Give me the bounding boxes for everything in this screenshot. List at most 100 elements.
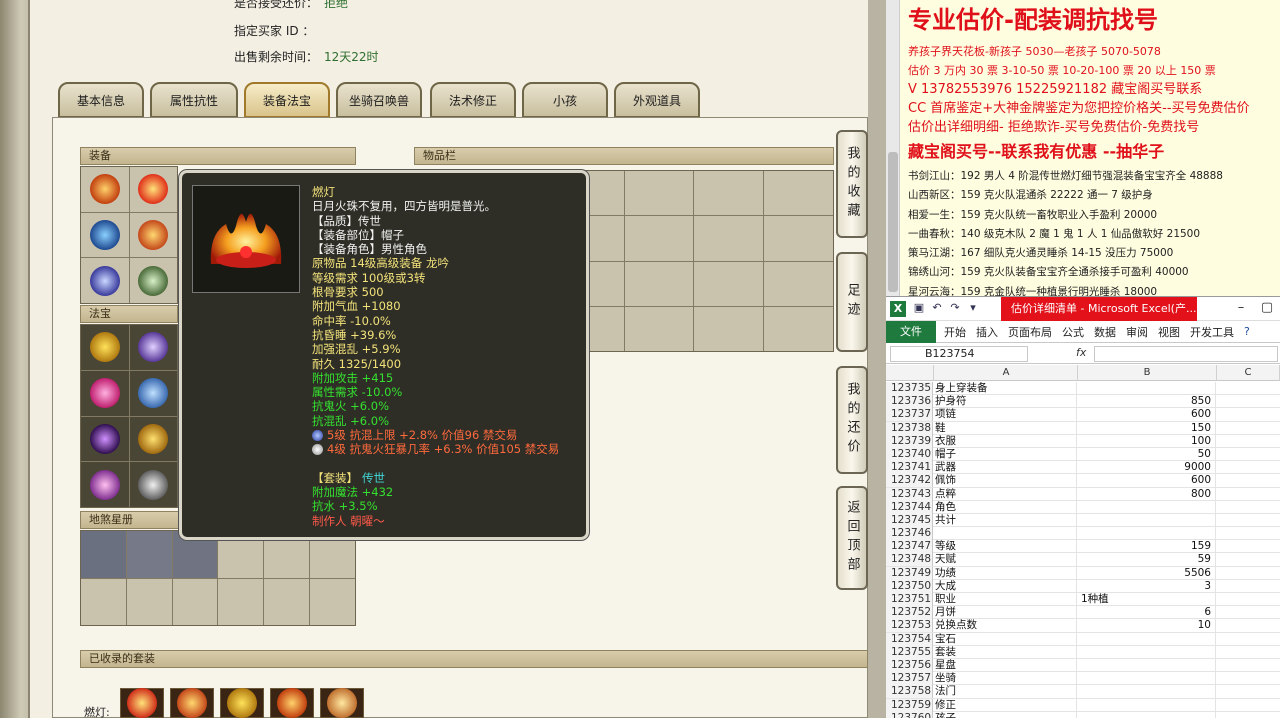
star-slot[interactable]: [264, 578, 310, 625]
cell-b[interactable]: 600: [1078, 408, 1216, 422]
row-number[interactable]: 123756: [886, 658, 933, 672]
table-row[interactable]: 123745 共计: [886, 513, 1280, 528]
treasure-slot[interactable]: [129, 370, 177, 416]
cell-a[interactable]: 帽子: [935, 447, 1077, 461]
set-item[interactable]: [320, 688, 364, 718]
cell-a[interactable]: 身上穿装备: [935, 382, 1077, 395]
cell-b[interactable]: 850: [1078, 395, 1216, 409]
row-number[interactable]: 123738: [886, 421, 933, 435]
inventory-slot[interactable]: [694, 306, 764, 351]
undo-icon[interactable]: ↶: [930, 301, 944, 315]
table-row[interactable]: 123736 护身符 850: [886, 395, 1280, 409]
row-number[interactable]: 123750: [886, 579, 933, 593]
row-number[interactable]: 123740: [886, 447, 933, 461]
table-row[interactable]: 123743 点粹 800: [886, 487, 1280, 501]
tab-data[interactable]: 数据: [1094, 324, 1116, 340]
equip-slot-accessory[interactable]: [81, 258, 129, 303]
my-favorites-button[interactable]: 我的收藏: [836, 130, 868, 238]
inventory-slot[interactable]: [624, 216, 694, 261]
table-row[interactable]: 123755 套装: [886, 645, 1280, 659]
cell-a[interactable]: 月饼: [935, 606, 1077, 620]
select-all-corner[interactable]: [886, 365, 934, 381]
inventory-slot[interactable]: [694, 171, 764, 216]
cell-b[interactable]: 800: [1078, 487, 1216, 501]
cell-b[interactable]: 159: [1078, 540, 1216, 554]
table-row[interactable]: 123740 帽子 50: [886, 447, 1280, 462]
treasure-slot[interactable]: [129, 325, 177, 370]
star-slot[interactable]: [172, 578, 218, 625]
table-row[interactable]: 123757 坐骑: [886, 672, 1280, 686]
tab-insert[interactable]: 插入: [976, 324, 998, 340]
cell-a[interactable]: 角色: [935, 500, 1077, 514]
table-row[interactable]: 123760 孩子: [886, 711, 1280, 718]
formula-input[interactable]: [1094, 346, 1278, 362]
cell-b[interactable]: 10: [1078, 619, 1216, 633]
row-number[interactable]: 123760: [886, 711, 933, 718]
cell-a[interactable]: 共计: [935, 513, 1077, 527]
star-slot[interactable]: [81, 578, 126, 625]
cell-b[interactable]: [1078, 658, 1216, 672]
redo-icon[interactable]: ↷: [948, 301, 962, 315]
column-header[interactable]: B: [1078, 365, 1217, 381]
row-number[interactable]: 123753: [886, 619, 933, 633]
treasure-slot[interactable]: [81, 370, 129, 416]
table-row[interactable]: 123738 鞋 150: [886, 421, 1280, 435]
tab-formulas[interactable]: 公式: [1062, 324, 1084, 340]
set-item[interactable]: [220, 688, 264, 718]
equip-slot-weapon[interactable]: [81, 212, 129, 258]
scrollbar-thumb[interactable]: [888, 152, 898, 292]
row-number[interactable]: 123748: [886, 553, 933, 567]
cell-b[interactable]: 150: [1078, 421, 1216, 435]
table-row[interactable]: 123747 等级 159: [886, 540, 1280, 554]
equip-slot-boots[interactable]: [129, 258, 177, 303]
table-row[interactable]: 123735 身上穿装备: [886, 382, 1280, 396]
inventory-slot[interactable]: [764, 306, 833, 351]
cell-b[interactable]: 59: [1078, 553, 1216, 567]
table-row[interactable]: 123737 项链 600: [886, 408, 1280, 422]
table-row[interactable]: 123754 宝石: [886, 632, 1280, 646]
row-number[interactable]: 123759: [886, 698, 933, 712]
cell-b[interactable]: 9000: [1078, 461, 1216, 475]
cell-b[interactable]: [1078, 645, 1216, 659]
inventory-slot[interactable]: [624, 261, 694, 306]
cell-a[interactable]: 套装: [935, 645, 1077, 659]
cell-b[interactable]: [1078, 527, 1216, 541]
table-row[interactable]: 123753 兑换点数 10: [886, 619, 1280, 633]
tab-mounts-pets[interactable]: 坐骑召唤兽: [336, 82, 422, 118]
cell-a[interactable]: 法门: [935, 685, 1077, 699]
cell-a[interactable]: 点粹: [935, 487, 1077, 501]
cell-a[interactable]: 大成: [935, 579, 1077, 593]
tab-equipment[interactable]: 装备法宝: [244, 82, 330, 118]
cell-b[interactable]: [1078, 382, 1216, 395]
table-row[interactable]: 123756 星盘: [886, 658, 1280, 673]
fx-icon[interactable]: fx: [1076, 346, 1086, 359]
star-card[interactable]: [81, 531, 126, 578]
inventory-slot[interactable]: [624, 171, 694, 216]
set-item[interactable]: [170, 688, 214, 718]
cell-a[interactable]: [935, 527, 1077, 541]
equip-slot-hat[interactable]: [129, 167, 177, 212]
tab-home[interactable]: 开始: [944, 324, 966, 340]
set-item[interactable]: [270, 688, 314, 718]
cell-b[interactable]: [1078, 500, 1216, 514]
treasure-slot[interactable]: [81, 325, 129, 370]
tab-view[interactable]: 视图: [1158, 324, 1180, 340]
cell-b[interactable]: [1078, 685, 1216, 699]
column-header[interactable]: A: [935, 365, 1078, 381]
row-number[interactable]: 123742: [886, 474, 933, 488]
table-row[interactable]: 123750 大成 3: [886, 579, 1280, 593]
star-card[interactable]: [126, 531, 172, 578]
tab-children[interactable]: 小孩: [522, 82, 608, 118]
inventory-slot[interactable]: [764, 216, 833, 261]
row-number[interactable]: 123746: [886, 527, 933, 541]
tab-file[interactable]: 文件: [886, 320, 936, 343]
table-row[interactable]: 123752 月饼 6: [886, 606, 1280, 620]
equip-slot-shoes[interactable]: [81, 167, 129, 212]
column-header[interactable]: C: [1217, 365, 1280, 381]
table-row[interactable]: 123759 修正: [886, 698, 1280, 712]
inventory-slot[interactable]: [694, 216, 764, 261]
row-number[interactable]: 123747: [886, 540, 933, 554]
customize-toolbar-icon[interactable]: ▾: [966, 301, 980, 315]
cell-b[interactable]: 6: [1078, 606, 1216, 620]
cell-b[interactable]: [1078, 711, 1216, 718]
